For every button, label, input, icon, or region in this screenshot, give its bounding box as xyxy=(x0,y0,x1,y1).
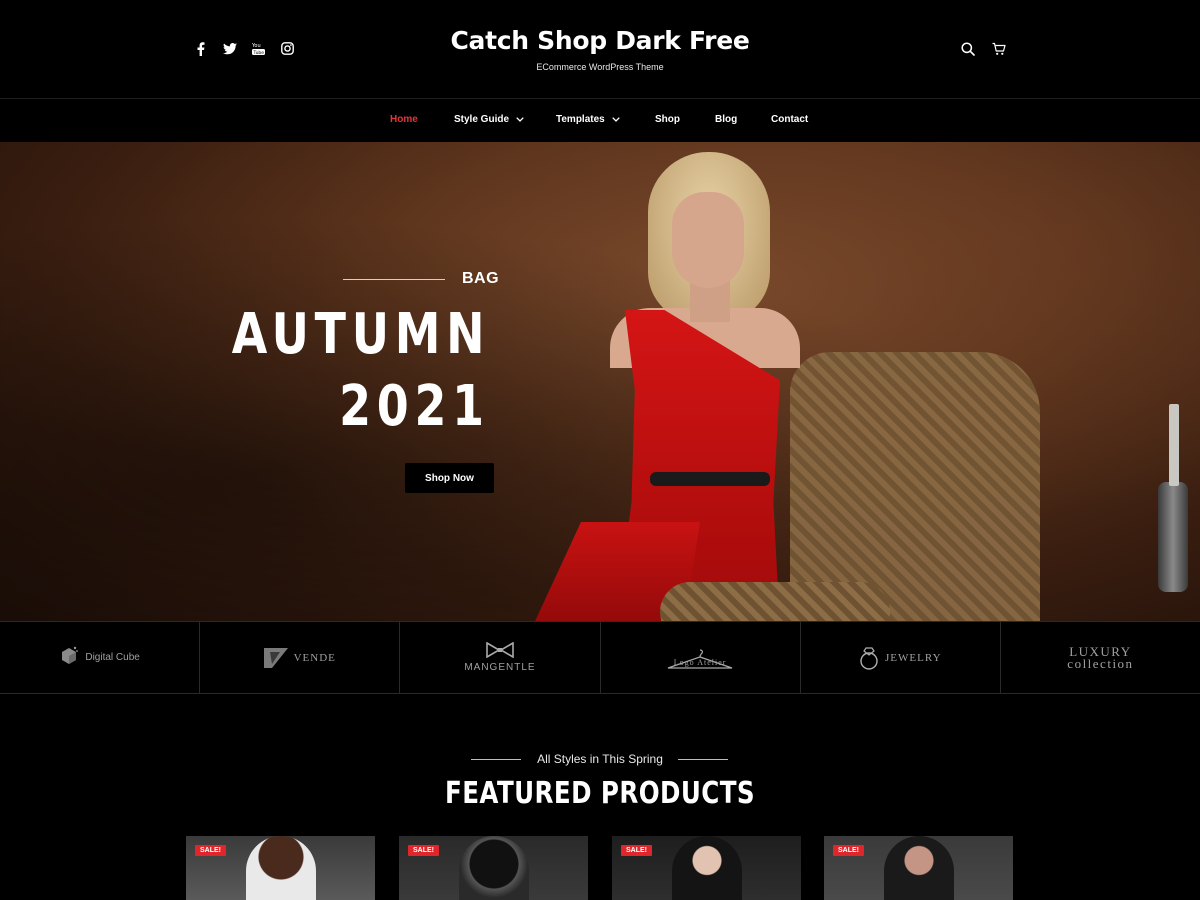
brand-logo-jewelry[interactable]: JEWELRY xyxy=(801,622,1001,693)
cart-icon[interactable] xyxy=(991,41,1006,56)
hero-model-face xyxy=(672,192,744,288)
sale-badge: SALE! xyxy=(195,845,226,856)
hero-kicker-line xyxy=(343,279,445,280)
brand-logo-vende[interactable]: VENDE xyxy=(200,622,401,693)
brand-name: MANGENTLE xyxy=(464,662,536,673)
featured-title: FEATURED PRODUCTS xyxy=(444,776,756,811)
brand-name: Digital Cube xyxy=(85,652,140,663)
brand-name: JEWELRY xyxy=(885,651,942,664)
site-header: You Tube Catch Shop Dark Free ECommerce W… xyxy=(0,0,1200,99)
shop-now-button[interactable]: Shop Now xyxy=(405,463,494,493)
chevron-down-icon xyxy=(516,117,524,122)
nav-item-label: Home xyxy=(390,114,418,125)
hero-headline-line-2: 2021 xyxy=(339,374,490,439)
sale-badge: SALE! xyxy=(833,845,864,856)
nav-item-label: Contact xyxy=(771,114,809,125)
luxury-logo-icon: LUXURY collection xyxy=(1067,643,1134,671)
brand-name: Logo Atelier xyxy=(673,658,727,667)
featured-subtitle-line-right xyxy=(678,759,728,760)
nav-item-home[interactable]: Home xyxy=(390,114,418,125)
product-card[interactable]: SALE! xyxy=(612,836,801,900)
featured-subtitle: All Styles in This Spring xyxy=(537,752,663,766)
nav-item-contact[interactable]: Contact xyxy=(771,114,808,125)
hero-chair-arm xyxy=(660,582,890,621)
cube-logo-icon xyxy=(62,646,79,664)
brand-logo-mangentle[interactable]: MANGENTLE xyxy=(400,622,601,693)
brand-logo-luxury[interactable]: LUXURY collection xyxy=(1001,622,1200,693)
bowtie-logo-icon xyxy=(486,642,514,658)
nav-item-style-guide[interactable]: Style Guide xyxy=(454,114,524,125)
vende-logo-icon xyxy=(263,647,288,668)
nav-item-shop[interactable]: Shop xyxy=(655,114,680,125)
nav-item-label: Blog xyxy=(715,114,738,125)
hero-slider: BAG AUTUMN 2021 Shop Now xyxy=(0,142,1200,621)
product-card[interactable]: SALE! xyxy=(824,836,1013,900)
brand-name: VENDE xyxy=(293,651,336,664)
brand-logo-digital-cube[interactable]: Digital Cube xyxy=(0,622,201,693)
product-image[interactable] xyxy=(884,836,954,900)
nav-item-label: Shop xyxy=(655,114,680,125)
featured-subtitle-wrap: All Styles in This Spring xyxy=(0,752,1200,768)
product-card[interactable]: SALE! xyxy=(399,836,588,900)
header-tools xyxy=(960,41,1006,56)
ring-logo-icon xyxy=(860,646,878,670)
nav-item-label: Style Guide xyxy=(454,114,510,125)
hero-candlestick-image xyxy=(1158,482,1188,592)
hero-model-belt xyxy=(650,472,770,486)
product-image[interactable] xyxy=(246,836,316,900)
main-navigation: Home Style Guide Templates Shop Blog Con… xyxy=(0,100,1200,142)
chevron-down-icon xyxy=(611,117,620,122)
site-title[interactable]: Catch Shop Dark Free xyxy=(0,26,1200,55)
hero-headline-line-1: AUTUMN xyxy=(231,302,490,367)
site-tagline: ECommerce WordPress Theme xyxy=(536,62,664,72)
brand-logo-atelier[interactable]: Logo Atelier xyxy=(601,622,801,693)
product-image[interactable] xyxy=(459,836,529,900)
nav-item-templates[interactable]: Templates xyxy=(556,114,620,125)
nav-item-label: Templates xyxy=(556,114,605,125)
product-card[interactable]: SALE! xyxy=(186,836,375,900)
search-icon[interactable] xyxy=(960,41,975,56)
nav-item-blog[interactable]: Blog xyxy=(715,114,737,125)
hero-content: BAG AUTUMN 2021 Shop Now xyxy=(200,142,500,621)
brand-logos: Digital Cube VENDE MANGENTLE Logo Atelie… xyxy=(0,621,1200,694)
sale-badge: SALE! xyxy=(408,845,439,856)
sale-badge: SALE! xyxy=(621,845,652,856)
product-image[interactable] xyxy=(672,836,742,900)
hero-candle-image xyxy=(1169,404,1179,486)
product-grid: SALE! SALE! SALE! SALE! xyxy=(186,836,1016,900)
hero-chair-image xyxy=(790,352,1040,621)
hero-kicker: BAG xyxy=(462,270,500,287)
